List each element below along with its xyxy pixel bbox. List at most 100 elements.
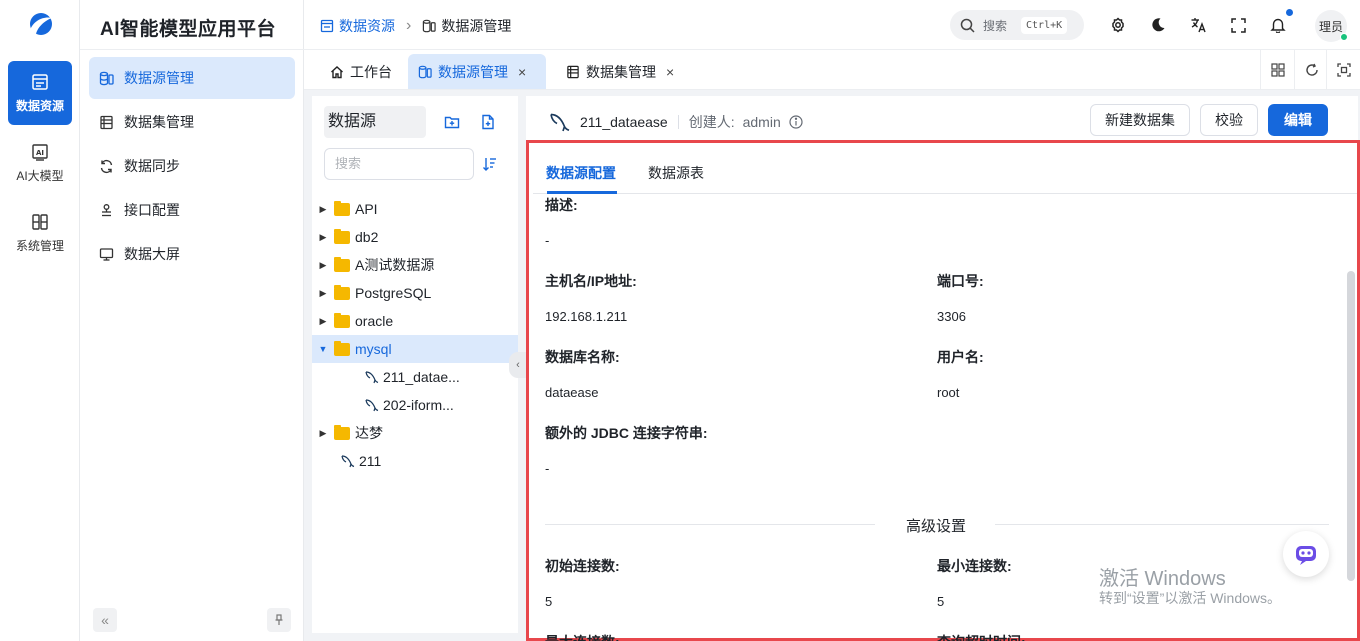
sort-button[interactable] <box>482 156 498 172</box>
translate-icon <box>1191 17 1206 32</box>
init-conn-label: 初始连接数: <box>545 558 620 574</box>
user-avatar[interactable]: 理员 <box>1315 10 1348 42</box>
tab-layout-button[interactable] <box>1260 50 1294 90</box>
edit-button[interactable]: 编辑 <box>1268 104 1328 136</box>
breadcrumb-item-datasource[interactable]: 数据资源 <box>339 16 395 36</box>
tab-workbench[interactable]: 工作台 <box>320 54 402 89</box>
robot-icon <box>1296 546 1316 565</box>
search-icon <box>960 18 975 33</box>
tree-node-folder[interactable]: ▶ oracle <box>312 307 518 335</box>
list-icon <box>100 115 113 129</box>
tree-node-datasource[interactable]: 211 <box>312 447 518 475</box>
notification-dot <box>1286 9 1293 16</box>
rail-item-datasource[interactable]: 数据资源 <box>8 61 72 125</box>
caret-down-icon[interactable]: ▼ <box>312 344 334 354</box>
divider <box>545 524 875 525</box>
tree-node-folder-selected[interactable]: ▼ mysql <box>312 335 518 363</box>
tree-search-input[interactable]: 搜索 <box>324 148 474 180</box>
host-value: 192.168.1.211 <box>545 309 628 324</box>
app-rail: 数据资源 AI AI大模型 系统管理 <box>0 0 80 641</box>
refresh-button[interactable] <box>1294 50 1328 90</box>
tab-dataset-mgmt[interactable]: 数据集管理 × <box>556 54 684 89</box>
fullscreen-button[interactable] <box>1228 15 1248 35</box>
tree-node-folder[interactable]: ▶ PostgreSQL <box>312 279 518 307</box>
close-icon[interactable]: × <box>666 64 674 80</box>
folder-add-icon <box>444 116 460 129</box>
tab-datasource-tables[interactable]: 数据源表 <box>648 163 704 183</box>
query-timeout-label: 查询超时时间: <box>937 632 1026 641</box>
sidebar-item-dataset-mgmt[interactable]: 数据集管理 <box>89 101 295 143</box>
config-form: 描述: - 主机名/IP地址: 端口号: 192.168.1.211 3306 … <box>533 195 1357 641</box>
tree-node-datasource[interactable]: 211_datae... <box>312 363 518 391</box>
ai-assistant-button[interactable] <box>1283 531 1329 577</box>
tree-node-folder[interactable]: ▶ db2 <box>312 223 518 251</box>
datasource-tree-panel: 数据源 搜索 ▶ API ▶ db2 ▶ A测试数据源 ▶ PostgreSQL… <box>312 96 518 633</box>
tree-node-folder[interactable]: ▶ API <box>312 195 518 223</box>
search-placeholder: 搜索 <box>983 18 1008 33</box>
caret-right-icon[interactable]: ▶ <box>312 288 334 299</box>
tree-node-folder[interactable]: ▶ A测试数据源 <box>312 251 518 279</box>
caret-right-icon[interactable]: ▶ <box>312 260 334 271</box>
maximize-content-button[interactable] <box>1326 50 1360 90</box>
tree-node-label: mysql <box>355 341 392 357</box>
breadcrumb-item-current: 数据源管理 <box>441 18 512 34</box>
divider <box>80 49 304 50</box>
top-header: 数据资源 › 数据源管理 搜索 Ctrl+K 理员 <box>304 0 1360 50</box>
caret-right-icon[interactable]: ▶ <box>312 204 334 215</box>
tree-node-datasource[interactable]: 202-iform... <box>312 391 518 419</box>
windows-activation-watermark: 激活 Windows <box>1099 568 1226 590</box>
bell-icon <box>1270 18 1286 33</box>
caret-right-icon[interactable]: ▶ <box>312 316 334 327</box>
tab-datasource-mgmt[interactable]: 数据源管理 × <box>408 54 546 89</box>
divider <box>995 524 1329 525</box>
vertical-scrollbar[interactable] <box>1347 271 1355 581</box>
fullscreen-icon <box>1230 17 1246 33</box>
svg-text:AI: AI <box>36 149 44 157</box>
collapse-sidebar-button[interactable]: « <box>93 608 117 632</box>
desc-label: 描述: <box>545 197 578 213</box>
settings-button[interactable] <box>1108 15 1128 35</box>
rail-item-ai-model[interactable]: AI AI大模型 <box>8 131 72 195</box>
db-name-label: 数据库名称: <box>545 349 620 365</box>
global-search[interactable]: 搜索 Ctrl+K <box>950 10 1084 40</box>
active-tab-indicator <box>547 191 617 194</box>
windows-activation-hint: 转到“设置”以激活 Windows。 <box>1099 590 1282 606</box>
folder-icon <box>334 424 350 440</box>
notifications-button[interactable] <box>1268 15 1288 35</box>
info-icon[interactable] <box>789 115 803 129</box>
tree-node-folder[interactable]: ▶ 达梦 <box>312 419 518 447</box>
caret-right-icon[interactable]: ▶ <box>312 232 334 243</box>
tree-node-label: 211_datae... <box>383 369 460 385</box>
folder-icon <box>334 284 350 300</box>
focus-icon <box>1336 63 1351 77</box>
chevron-left-icon: ‹ <box>516 359 520 371</box>
add-datasource-button[interactable] <box>480 114 496 130</box>
collapse-tree-handle[interactable]: ‹ <box>509 352 527 378</box>
sidebar-item-data-sync[interactable]: 数据同步 <box>89 145 295 187</box>
tab-datasource-config[interactable]: 数据源配置 <box>546 163 616 183</box>
language-button[interactable] <box>1188 15 1208 35</box>
dark-mode-toggle[interactable] <box>1148 15 1168 35</box>
add-folder-button[interactable] <box>444 114 460 130</box>
sidebar: AI智能模型应用平台 数据源管理 数据集管理 数据同步 接口配置 数据大屏 « <box>80 0 304 641</box>
caret-right-icon[interactable]: ▶ <box>312 428 334 439</box>
new-dataset-button[interactable]: 新建数据集 <box>1090 104 1190 136</box>
close-icon[interactable]: × <box>518 64 526 80</box>
api-icon <box>102 203 111 216</box>
database-icon <box>423 19 437 33</box>
rail-item-system[interactable]: 系统管理 <box>8 201 72 265</box>
validate-button[interactable]: 校验 <box>1200 104 1258 136</box>
moon-icon <box>1152 18 1165 32</box>
sidebar-item-datasource-mgmt[interactable]: 数据源管理 <box>89 57 295 99</box>
list-icon <box>567 65 579 78</box>
sidebar-item-api-config[interactable]: 接口配置 <box>89 189 295 231</box>
sidebar-item-data-screen[interactable]: 数据大屏 <box>89 233 295 275</box>
home-icon <box>331 65 343 78</box>
search-shortcut-badge: Ctrl+K <box>1021 16 1068 34</box>
username-value: root <box>937 385 960 400</box>
online-status-dot <box>1340 33 1348 41</box>
monitor-icon <box>99 247 114 261</box>
app-logo-icon <box>30 13 52 35</box>
pin-sidebar-button[interactable] <box>267 608 291 632</box>
user-name: 理员 <box>1318 19 1343 34</box>
